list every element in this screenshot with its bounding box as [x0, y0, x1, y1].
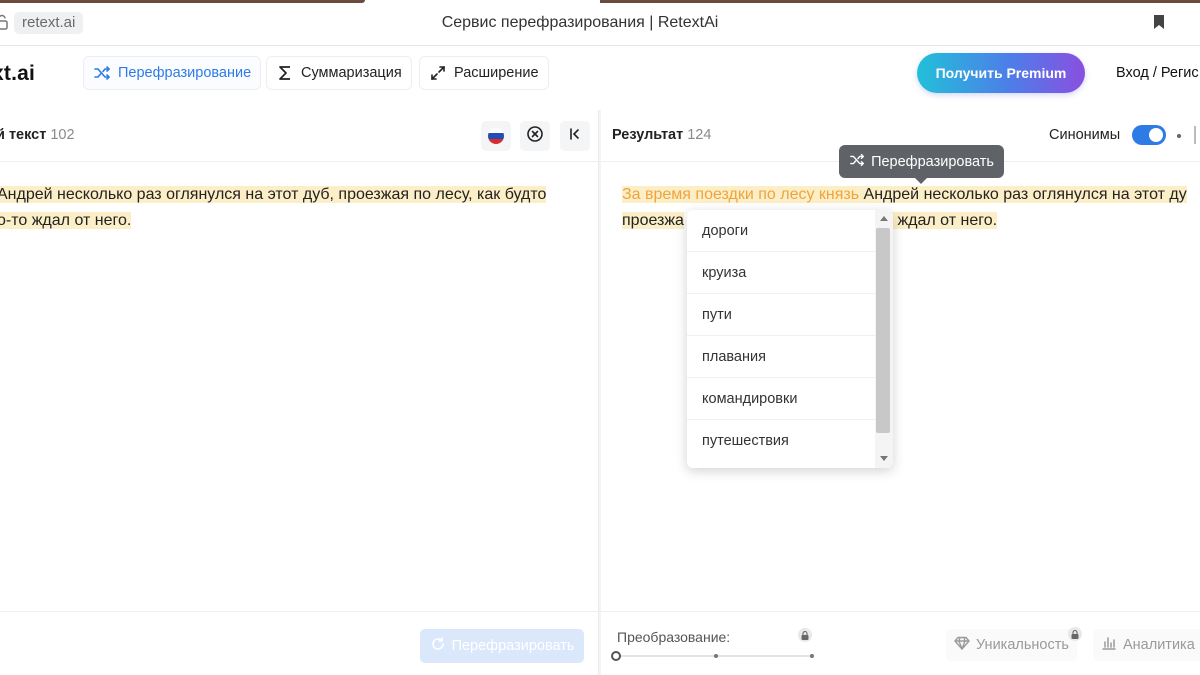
result-panel-footer: Преобразование: Уникальность Аналитика — [601, 611, 1200, 675]
source-text-line: о-то ждал от него. — [0, 212, 132, 229]
scroll-down-icon[interactable] — [880, 456, 888, 461]
russia-flag-icon — [488, 128, 504, 144]
page-title: Сервис перефразирования | RetextAi — [441, 14, 719, 31]
synonym-dropdown: дороги круиза пути плавания командировки… — [687, 210, 893, 468]
uniqueness-label: Уникальность — [976, 637, 1069, 653]
separator-dot — [1177, 134, 1181, 138]
diamond-icon — [954, 635, 970, 655]
collapse-panel-button[interactable] — [560, 121, 590, 151]
transform-slider-knob[interactable] — [611, 651, 621, 661]
login-link[interactable]: Вход / Регис — [1116, 65, 1199, 81]
synonyms-toggle[interactable] — [1132, 125, 1166, 145]
source-panel: й текст 102 Андрей несколько раз оглянулс… — [0, 110, 599, 675]
source-title: й текст 102 — [0, 127, 75, 143]
paraphrase-tooltip[interactable]: Перефразировать — [839, 145, 1004, 184]
result-text-start: проезжа — [622, 212, 684, 229]
uniqueness-button[interactable]: Уникальность — [946, 629, 1077, 661]
panel-edge-icon[interactable] — [1194, 126, 1200, 144]
language-button[interactable] — [481, 121, 511, 151]
shuffle-icon — [849, 152, 865, 172]
synonym-option[interactable]: круиза — [687, 252, 875, 294]
get-premium-button[interactable]: Получить Premium — [917, 53, 1085, 93]
clear-text-button[interactable] — [520, 121, 550, 151]
synonym-option[interactable]: плавания — [687, 336, 875, 378]
collapse-left-icon — [567, 126, 583, 147]
synonym-option[interactable]: путешествия — [687, 420, 875, 462]
source-title-text: й текст — [0, 127, 47, 143]
source-panel-header: й текст 102 — [0, 110, 598, 162]
analytics-button[interactable]: Аналитика — [1093, 629, 1200, 661]
bookmark-icon[interactable] — [1153, 14, 1165, 30]
browser-tab-strip-right — [600, 0, 1200, 3]
dropdown-scroll-thumb[interactable] — [876, 228, 890, 433]
mode-summarize-button[interactable]: Суммаризация — [266, 56, 412, 90]
scroll-up-icon[interactable] — [880, 216, 888, 221]
result-text-end: то ждал от него. — [876, 212, 998, 229]
analytics-label: Аналитика — [1123, 637, 1195, 653]
tooltip-label: Перефразировать — [871, 153, 994, 170]
source-text-input[interactable]: Андрей несколько раз оглянулся на этот д… — [0, 182, 547, 234]
browser-bar: retext.ai Сервис перефразирования | Rete… — [0, 0, 1200, 46]
result-title-text: Результат — [612, 127, 684, 143]
browser-tab-strip — [0, 0, 365, 3]
synonym-option[interactable]: дороги — [687, 210, 875, 252]
sigma-icon — [276, 64, 294, 82]
mode-expand-button[interactable]: Расширение — [419, 56, 549, 90]
app-header: xt.ai Перефразирование Суммаризация Расш… — [0, 46, 1200, 110]
synonyms-label: Синонимы — [1049, 127, 1121, 143]
shuffle-icon — [93, 64, 111, 82]
mode-summarize-label: Суммаризация — [301, 65, 402, 81]
mode-expand-label: Расширение — [454, 65, 539, 81]
changed-phrase[interactable]: За время поездки по лесу князь — [622, 186, 860, 203]
result-char-count: 124 — [687, 127, 712, 143]
lock-icon — [1068, 627, 1082, 641]
slider-step-dot — [810, 654, 814, 658]
bar-chart-icon — [1101, 635, 1117, 655]
paraphrase-button-label: Перефразировать — [451, 638, 575, 654]
synonym-option[interactable]: командировки — [687, 378, 875, 420]
slider-step-dot — [714, 654, 718, 658]
lock-icon — [798, 628, 812, 642]
expand-icon — [429, 64, 447, 82]
mode-paraphrase-button[interactable]: Перефразирование — [83, 56, 262, 90]
clear-circle-icon — [526, 125, 544, 148]
transform-label: Преобразование: — [617, 629, 731, 645]
source-panel-footer: Перефразировать — [0, 611, 598, 675]
result-title: Результат 124 — [612, 127, 711, 143]
synonym-option[interactable]: пути — [687, 294, 875, 336]
paraphrase-button[interactable]: Перефразировать — [420, 629, 584, 663]
result-text-rest: Андрей несколько раз оглянулся на этот д… — [859, 186, 1187, 203]
refresh-icon — [430, 636, 446, 656]
source-text-line: Андрей несколько раз оглянулся на этот д… — [0, 186, 547, 203]
source-char-count: 102 — [50, 127, 75, 143]
logo[interactable]: xt.ai — [0, 62, 35, 86]
mode-paraphrase-label: Перефразирование — [118, 65, 252, 81]
